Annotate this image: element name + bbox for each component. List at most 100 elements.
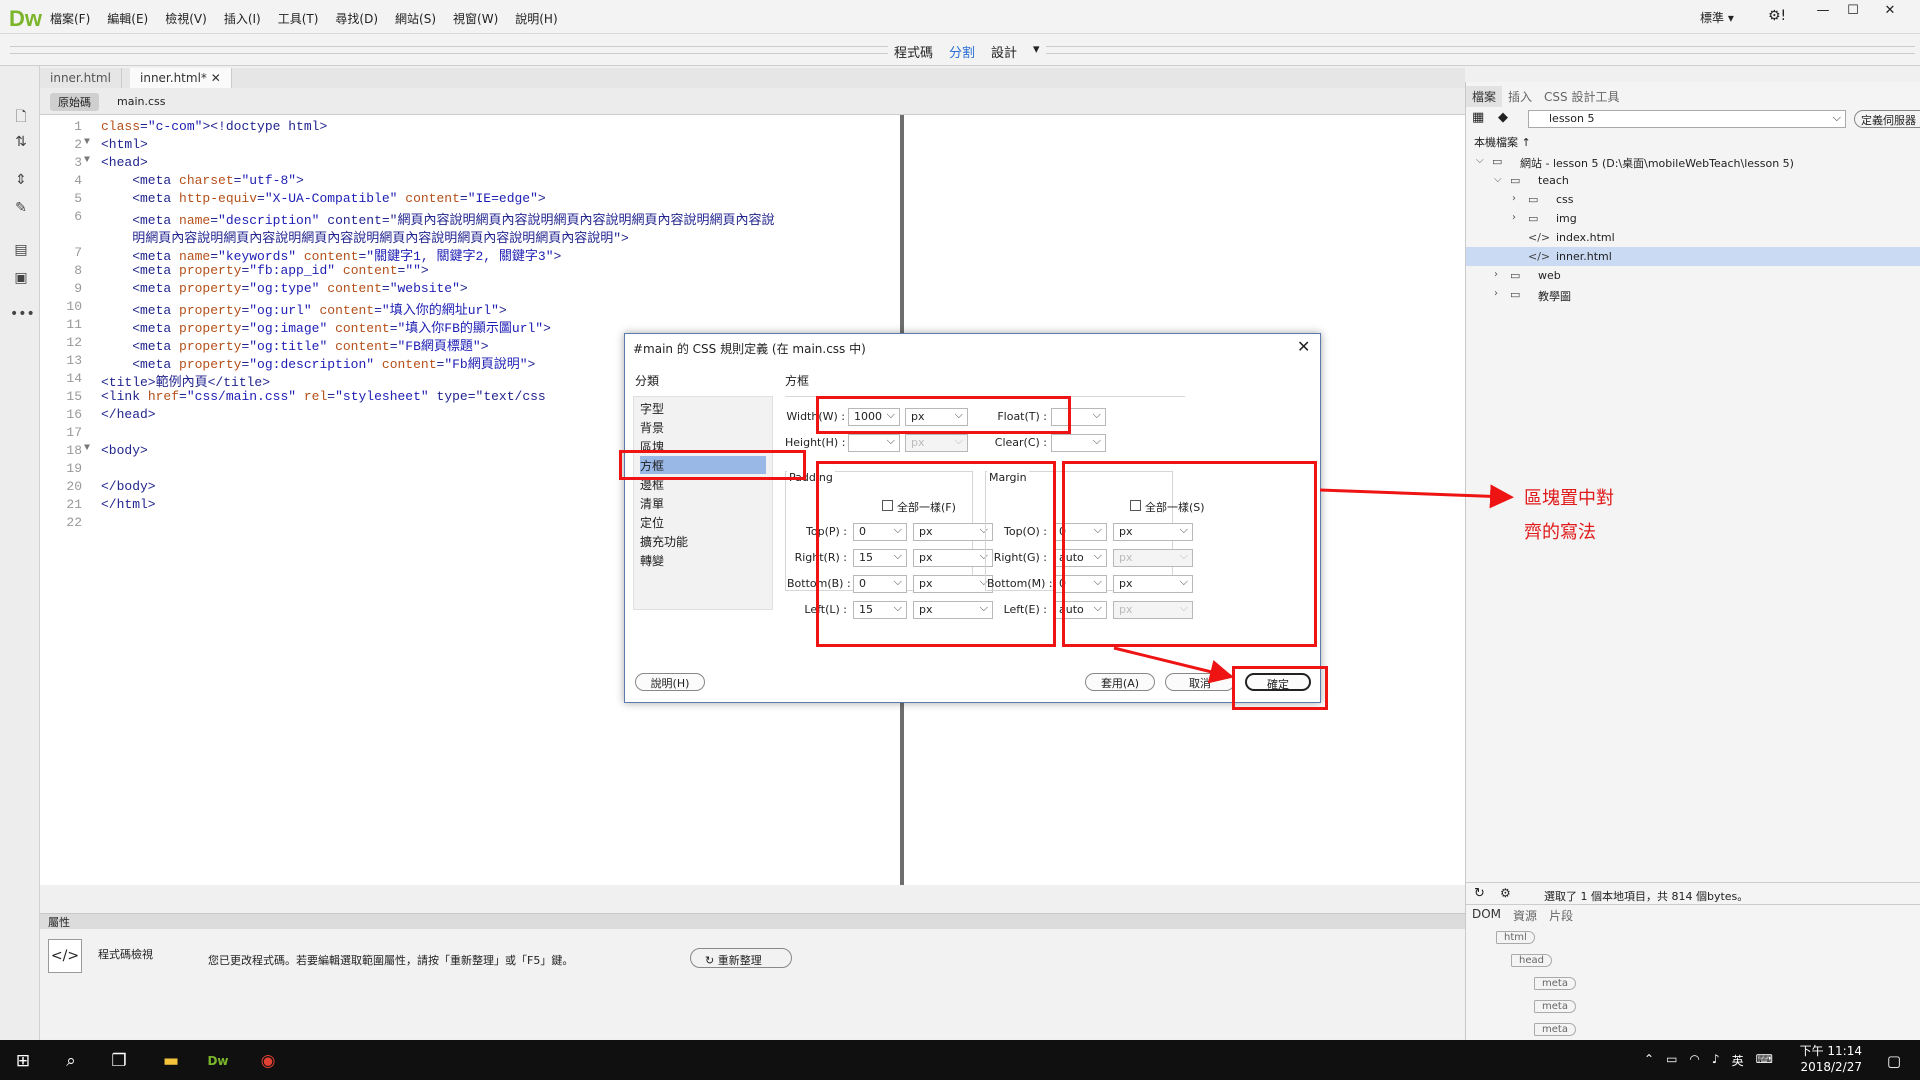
define-server-button[interactable]: 定義伺服器 <box>1854 110 1920 128</box>
file-icon[interactable]: 🗋 <box>10 106 32 128</box>
start-icon[interactable]: ⊞ <box>5 1046 41 1076</box>
category-item[interactable]: 字型 <box>640 399 766 417</box>
snippet-icon[interactable]: ▣ <box>10 270 32 292</box>
fold-icon[interactable]: ▼ <box>84 443 90 454</box>
tab-insert[interactable]: 插入 <box>1502 86 1538 107</box>
file-tree-item[interactable]: › ▭ img <box>1466 209 1920 228</box>
clear-select[interactable] <box>1051 434 1106 452</box>
tab-files[interactable]: 檔案 <box>1466 86 1503 107</box>
connect-icon[interactable]: ▦ <box>1472 110 1484 125</box>
search-icon[interactable]: ⌕ <box>53 1046 89 1076</box>
menu-find[interactable]: 尋找(D) <box>335 10 378 27</box>
workspace-switcher[interactable]: 標準 ▾ <box>1700 9 1734 26</box>
height-input[interactable] <box>848 434 900 452</box>
code-line[interactable]: 3 ▼ <head> <box>40 155 900 173</box>
menu-view[interactable]: 檢視(V) <box>165 10 207 27</box>
category-item[interactable]: 擴充功能 <box>640 532 766 550</box>
code-line[interactable]: 4 <meta charset="utf-8"> <box>40 173 900 191</box>
menu-window[interactable]: 視窗(W) <box>453 10 498 27</box>
refresh-button[interactable]: ↻ 重新整理 <box>690 948 792 968</box>
maximize-icon[interactable]: ☐ <box>1838 0 1868 22</box>
file-tree-item[interactable]: › ▭ 教學圖 <box>1466 285 1920 304</box>
minimize-icon[interactable]: — <box>1808 0 1838 22</box>
ime-indicator[interactable]: 英 <box>1732 1052 1744 1069</box>
dom-node[interactable]: meta <box>1534 1000 1576 1013</box>
site-select[interactable]: lesson 5 ⌵ <box>1528 110 1846 128</box>
apply-button[interactable]: 套用(A) <box>1085 673 1155 691</box>
expand-arrow-icon[interactable]: › <box>1512 212 1516 223</box>
code-line[interactable]: 6 <meta name="description" content="網頁內容… <box>40 209 900 228</box>
file-tree-item[interactable]: </> inner.html <box>1466 247 1920 266</box>
notification-icon[interactable]: ▢ <box>1876 1046 1912 1076</box>
category-item[interactable]: 背景 <box>640 418 766 436</box>
expand-arrow-icon[interactable]: › <box>1512 193 1516 204</box>
wifi-icon[interactable]: ◠ <box>1689 1052 1699 1069</box>
code-line[interactable]: 10 <meta property="og:url" content="填入你的… <box>40 299 900 318</box>
refresh-files-icon[interactable]: ↻ <box>1474 886 1485 901</box>
fold-icon[interactable]: ▼ <box>84 137 90 148</box>
expand-arrow-icon[interactable]: › <box>1494 269 1498 280</box>
keyboard-icon[interactable]: ⌨ <box>1756 1052 1773 1069</box>
menu-insert[interactable]: 插入(I) <box>224 10 261 27</box>
close-icon[interactable]: ✕ <box>1297 337 1310 356</box>
dom-node[interactable]: head <box>1511 954 1552 967</box>
volume-icon[interactable]: ♪ <box>1712 1052 1720 1069</box>
expand-arrow-icon[interactable]: ⌵ <box>1476 155 1484 166</box>
dreamweaver-icon[interactable]: Dw <box>200 1046 236 1076</box>
category-item[interactable]: 清單 <box>640 494 766 512</box>
brush-icon[interactable]: ✎ <box>10 200 32 222</box>
sync-icon[interactable]: ⚙ <box>1500 886 1511 900</box>
code-line[interactable]: 2 ▼ <html> <box>40 137 900 155</box>
tab-snippets[interactable]: 片段 <box>1543 905 1579 926</box>
source-code-button[interactable]: 原始碼 <box>50 93 99 111</box>
chrome-icon[interactable]: ◉ <box>250 1046 286 1076</box>
comment-icon[interactable]: ▤ <box>10 242 32 264</box>
menu-edit[interactable]: 編輯(E) <box>107 10 148 27</box>
gear-icon[interactable]: ⚙! <box>1768 8 1786 24</box>
file-tree-item[interactable]: › ▭ web <box>1466 266 1920 285</box>
tab-inner-html-modified[interactable]: inner.html* ✕ <box>130 68 232 88</box>
help-button[interactable]: 說明(H) <box>635 673 705 691</box>
expand-icon[interactable]: ⇕ <box>10 172 32 194</box>
code-line[interactable]: 8 <meta property="fb:app_id" content=""> <box>40 263 900 281</box>
menu-tools[interactable]: 工具(T) <box>278 10 319 27</box>
menu-help[interactable]: 說明(H) <box>515 10 557 27</box>
related-file-main-css[interactable]: main.css <box>117 95 166 108</box>
task-view-icon[interactable]: ❐ <box>101 1046 137 1076</box>
file-explorer-icon[interactable]: ▬ <box>153 1046 189 1076</box>
chevron-up-icon[interactable]: ⌃ <box>1644 1052 1654 1069</box>
code-line[interactable]: 9 <meta property="og:type" content="webs… <box>40 281 900 299</box>
dom-node[interactable]: html <box>1496 931 1535 944</box>
menu-file[interactable]: 檔案(F) <box>50 10 90 27</box>
tab-css-designer[interactable]: CSS 設計工具 <box>1538 86 1625 107</box>
close-window-icon[interactable]: ✕ <box>1875 0 1905 22</box>
file-tree-item[interactable]: </> index.html <box>1466 228 1920 247</box>
dom-node[interactable]: meta <box>1534 977 1576 990</box>
code-line[interactable]: 5 <meta http-equiv="X-UA-Compatible" con… <box>40 191 900 209</box>
code-line[interactable]: 7 <meta name="keywords" content="關鍵字1, 關… <box>40 245 900 264</box>
view-split-button[interactable]: 分割 <box>949 42 975 61</box>
local-files-header[interactable]: 本機檔案 ↑ <box>1474 134 1531 150</box>
close-tab-icon[interactable]: ✕ <box>211 71 221 85</box>
code-line[interactable]: 1 class="c-com"><!doctype html> <box>40 119 900 137</box>
menu-site[interactable]: 網站(S) <box>395 10 436 27</box>
expand-arrow-icon[interactable]: › <box>1494 288 1498 299</box>
git-icon[interactable]: ◆ <box>1498 110 1508 125</box>
view-code-button[interactable]: 程式碼 <box>894 42 933 61</box>
expand-arrow-icon[interactable]: ⌵ <box>1494 174 1502 185</box>
clock[interactable]: 下午 11:14 2018/2/27 <box>1792 1043 1862 1075</box>
file-tree-item[interactable]: ⌵ ▭ teach <box>1466 171 1920 190</box>
view-design-button[interactable]: 設計 <box>991 42 1017 61</box>
tab-assets[interactable]: 資源 <box>1507 905 1543 926</box>
code-line[interactable]: 明網頁內容說明網頁內容說明網頁內容說明網頁內容說明網頁內容說明網頁內容說明"> <box>40 227 900 246</box>
category-item[interactable]: 轉變 <box>640 551 766 569</box>
dom-node[interactable]: meta <box>1534 1023 1576 1036</box>
tab-inner-html[interactable]: inner.html <box>40 68 122 88</box>
file-tree-item[interactable]: › ▭ css <box>1466 190 1920 209</box>
file-tree-item[interactable]: ⌵ ▭ 網站 - lesson 5 (D:\桌面\mobileWebTeach\le… <box>1466 152 1920 171</box>
cancel-button[interactable]: 取消 <box>1165 673 1235 691</box>
view-dropdown-icon[interactable]: ▾ <box>1033 42 1040 61</box>
tab-dom[interactable]: DOM <box>1466 905 1507 926</box>
fold-icon[interactable]: ▼ <box>84 155 90 166</box>
category-item[interactable]: 定位 <box>640 513 766 531</box>
